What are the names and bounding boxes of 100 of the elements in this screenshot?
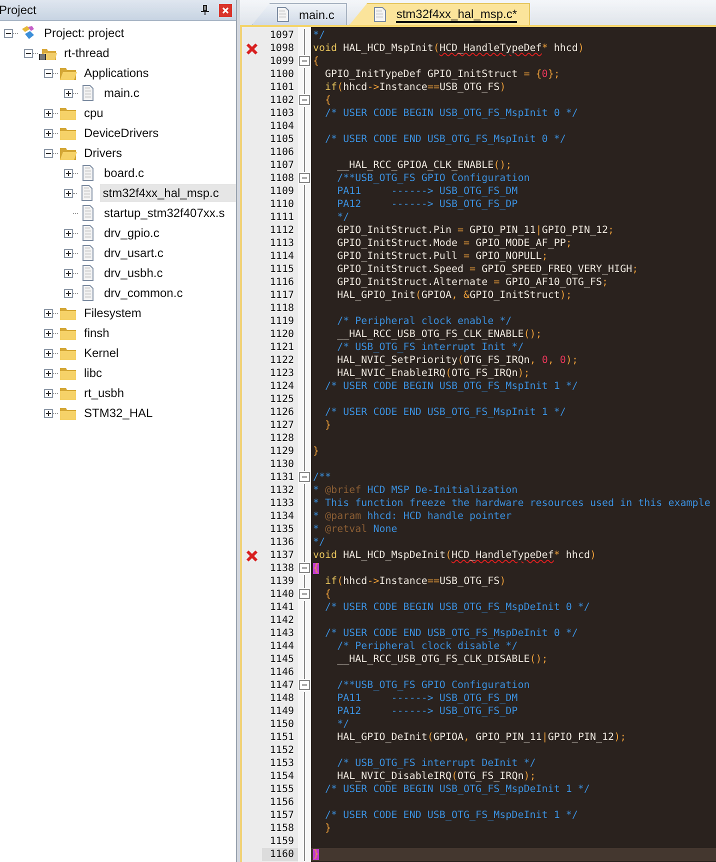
line-number: 1140 bbox=[268, 588, 295, 601]
expand-icon[interactable] bbox=[64, 288, 73, 298]
code-line: /* USER CODE BEGIN USB_OTG_FS_MspDeInit 0 */ bbox=[324, 601, 591, 614]
expand-icon[interactable] bbox=[44, 348, 53, 358]
fold-toggle-icon[interactable] bbox=[299, 56, 310, 67]
code-line: } bbox=[324, 822, 332, 835]
code-line: * @retval None bbox=[312, 523, 398, 536]
tree-item[interactable]: STM32_HAL bbox=[81, 404, 156, 422]
tree-item[interactable]: Project: project bbox=[41, 24, 128, 42]
fold-toggle-icon[interactable] bbox=[299, 680, 310, 691]
line-number: 1121 bbox=[268, 341, 295, 354]
collapse-icon[interactable] bbox=[24, 48, 33, 58]
pin-icon[interactable] bbox=[201, 5, 209, 15]
tree-item[interactable]: drv_common.c bbox=[101, 284, 186, 302]
tab[interactable]: stm32f4xx_hal_msp.c* bbox=[349, 3, 530, 25]
tree-item[interactable]: startup_stm32f407xx.s bbox=[101, 204, 228, 222]
code-line: void HAL_HCD_MspInit(HCD_HandleTypeDef* hhcd) bbox=[312, 42, 585, 55]
tree-item[interactable]: board.c bbox=[101, 164, 148, 182]
file-icon bbox=[374, 7, 386, 22]
tree-item[interactable]: drv_gpio.c bbox=[101, 224, 162, 242]
line-number: 1143 bbox=[268, 627, 295, 640]
tree-item[interactable]: Kernel bbox=[81, 344, 122, 362]
code-line: HAL_NVIC_DisableIRQ(OTG_FS_IRQn); bbox=[336, 770, 537, 783]
code-line: HAL_NVIC_SetPriority(OTG_FS_IRQn, 0, 0); bbox=[336, 354, 579, 367]
fold-toggle-icon[interactable] bbox=[299, 173, 310, 184]
code-line: /**USB_OTG_FS GPIO Configuration bbox=[336, 172, 531, 185]
line-number: 1130 bbox=[268, 458, 295, 471]
folder-icon bbox=[59, 325, 77, 341]
expand-icon[interactable] bbox=[44, 368, 53, 378]
line-number: 1145 bbox=[268, 653, 295, 666]
code-line: __HAL_RCC_GPIOA_CLK_ENABLE(); bbox=[336, 159, 513, 172]
line-number: 1098 bbox=[268, 42, 295, 55]
expand-icon[interactable] bbox=[44, 408, 53, 418]
expand-icon[interactable] bbox=[44, 108, 53, 118]
expand-icon[interactable] bbox=[64, 248, 73, 258]
line-number: 1101 bbox=[268, 81, 295, 94]
code-line: /** bbox=[312, 471, 332, 484]
tab[interactable]: main.c bbox=[252, 3, 348, 25]
tree-item[interactable]: rt-thread bbox=[61, 44, 112, 62]
line-number: 1138 bbox=[268, 562, 295, 575]
code-line: GPIO_InitStruct.Pin = GPIO_PIN_11|GPIO_PIN_12; bbox=[336, 224, 616, 237]
tree-item[interactable]: cpu bbox=[81, 104, 106, 122]
folder-icon bbox=[59, 405, 77, 421]
line-number: 1136 bbox=[268, 536, 295, 549]
collapse-icon[interactable] bbox=[44, 68, 53, 78]
code-line: } bbox=[312, 445, 320, 458]
expand-icon[interactable] bbox=[44, 328, 53, 338]
fold-toggle-icon[interactable] bbox=[299, 563, 310, 574]
line-number: 1149 bbox=[268, 705, 295, 718]
code-line: /* Peripheral clock enable */ bbox=[336, 315, 513, 328]
expand-icon[interactable] bbox=[64, 268, 73, 278]
tree-item[interactable]: libc bbox=[81, 364, 106, 382]
tree-item[interactable]: drv_usart.c bbox=[101, 244, 166, 262]
close-icon[interactable] bbox=[219, 4, 232, 16]
code-line: /* USER CODE BEGIN USB_OTG_FS_MspInit 0 */ bbox=[324, 107, 579, 120]
panel-title: Project bbox=[0, 3, 38, 17]
line-number: 1134 bbox=[268, 510, 295, 523]
line-number: 1151 bbox=[268, 731, 295, 744]
open-folder-icon bbox=[59, 65, 77, 81]
code-line: GPIO_InitStruct.Speed = GPIO_SPEED_FREQ_VERY_HIGH; bbox=[336, 263, 640, 276]
collapse-icon[interactable] bbox=[4, 28, 13, 38]
tree-item[interactable]: main.c bbox=[101, 84, 142, 102]
line-number: 1150 bbox=[268, 718, 295, 731]
line-number: 1105 bbox=[268, 133, 295, 146]
code-line: HAL_NVIC_EnableIRQ(OTG_FS_IRQn); bbox=[336, 367, 531, 380]
fold-toggle-icon[interactable] bbox=[299, 472, 310, 483]
expand-icon[interactable] bbox=[64, 188, 73, 198]
collapse-icon[interactable] bbox=[44, 148, 53, 158]
line-number: 1099 bbox=[268, 55, 295, 68]
expand-icon[interactable] bbox=[64, 228, 73, 238]
tree-item[interactable]: Applications bbox=[81, 64, 152, 82]
expand-icon[interactable] bbox=[64, 168, 73, 178]
code-line: /* USER CODE END USB_OTG_FS_MspInit 0 */ bbox=[324, 133, 567, 146]
fold-toggle-icon[interactable] bbox=[299, 95, 310, 106]
expand-icon[interactable] bbox=[44, 128, 53, 138]
tree-item[interactable]: Drivers bbox=[81, 144, 125, 162]
tree-item[interactable]: drv_usbh.c bbox=[101, 264, 166, 282]
code-line: __HAL_RCC_USB_OTG_FS_CLK_ENABLE(); bbox=[336, 328, 543, 341]
code-line: } bbox=[324, 419, 332, 432]
tree-item[interactable]: DeviceDrivers bbox=[81, 124, 162, 142]
line-number: 1102 bbox=[268, 94, 295, 107]
code-line: HAL_GPIO_Init(GPIOA, &GPIO_InitStruct); bbox=[336, 289, 573, 302]
line-number: 1122 bbox=[268, 354, 295, 367]
line-number: 1110 bbox=[268, 198, 295, 211]
line-number: 1117 bbox=[268, 289, 295, 302]
open-folder-icon bbox=[59, 145, 77, 161]
line-number: 1158 bbox=[268, 822, 295, 835]
tree-item[interactable]: stm32f4xx_hal_msp.c bbox=[100, 184, 236, 202]
fold-toggle-icon[interactable] bbox=[299, 589, 310, 600]
expand-icon[interactable] bbox=[44, 308, 53, 318]
expand-icon[interactable] bbox=[44, 388, 53, 398]
line-number: 1157 bbox=[268, 809, 295, 822]
tree-item[interactable]: finsh bbox=[81, 324, 112, 342]
code-line: PA12 ------> USB_OTG_FS_DP bbox=[336, 198, 519, 211]
expand-icon[interactable] bbox=[64, 88, 73, 98]
code-line: PA11 ------> USB_OTG_FS_DM bbox=[336, 692, 519, 705]
code-line: void HAL_HCD_MspDeInit(HCD_HandleTypeDef* hhcd) bbox=[312, 549, 598, 562]
line-number: 1107 bbox=[268, 159, 295, 172]
tree-item[interactable]: Filesystem bbox=[81, 304, 144, 322]
tree-item[interactable]: rt_usbh bbox=[81, 384, 128, 402]
